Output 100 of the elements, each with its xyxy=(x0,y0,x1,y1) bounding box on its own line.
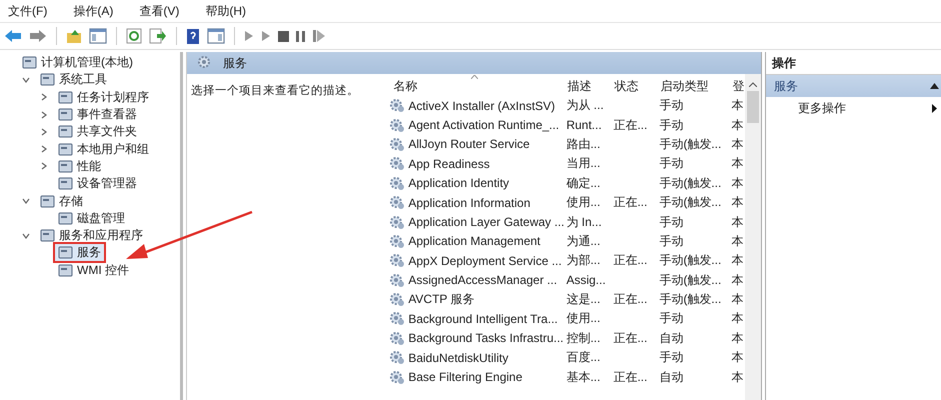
chevron-right-icon[interactable] xyxy=(40,162,48,170)
chevron-right-icon[interactable] xyxy=(40,110,48,119)
table-cell: 本 xyxy=(731,116,744,134)
table-cell-text: 手动(触发... xyxy=(659,272,722,289)
node-icon xyxy=(58,124,73,140)
node-icon xyxy=(58,245,73,260)
table-cell: 本 xyxy=(731,136,744,153)
export-icon[interactable] xyxy=(149,28,167,44)
scroll-thumb[interactable] xyxy=(747,91,760,123)
table-cell-text: 控制... xyxy=(566,330,602,347)
table-cell-text: 为通... xyxy=(566,232,602,250)
gear-icon xyxy=(389,214,406,230)
table-cell: 本 xyxy=(731,349,744,366)
scroll-up-icon[interactable] xyxy=(749,82,758,87)
table-cell-text: 正在... xyxy=(613,368,648,386)
table-cell-text: 手动 xyxy=(659,214,684,231)
folder-up-icon[interactable] xyxy=(66,28,82,44)
table-cell-text: 手动(触发... xyxy=(659,136,722,153)
stop-icon[interactable] xyxy=(278,30,289,42)
chevron-right-icon[interactable] xyxy=(40,93,48,102)
action-item[interactable]: 更多操作 xyxy=(798,100,846,116)
chevron-right-icon[interactable] xyxy=(40,145,48,154)
help-icon[interactable] xyxy=(186,28,200,44)
table-cell-text: 手动(触发... xyxy=(659,291,722,308)
forward-icon[interactable] xyxy=(29,29,47,43)
chevron-down-icon[interactable] xyxy=(22,76,30,84)
table-cell: 本 xyxy=(731,252,744,270)
table-cell-text: Agent Activation Runtime_... xyxy=(408,118,560,132)
table-cell: 本 xyxy=(731,291,744,308)
table-cell-text: 手动 xyxy=(659,310,684,328)
submenu-arrow-icon xyxy=(932,104,937,112)
table-cell-text: App Readiness xyxy=(408,156,491,171)
gear-icon xyxy=(389,195,406,210)
description-text: 选择一个项目来查看它的描述。 xyxy=(191,85,359,97)
table-cell-text: Application Information xyxy=(408,196,532,210)
table-cell: 本 xyxy=(731,232,744,250)
resume-icon[interactable] xyxy=(313,30,325,42)
node-icon xyxy=(40,228,55,244)
menu-item[interactable]: 文件(F) xyxy=(8,2,48,20)
table-cell-text: 自动 xyxy=(659,330,684,347)
console-tree-icon[interactable] xyxy=(89,28,107,44)
gear-icon xyxy=(389,350,406,366)
chevron-down-icon[interactable] xyxy=(22,197,30,206)
table-cell-text: 手动(触发... xyxy=(659,174,722,192)
gear-icon xyxy=(389,330,406,346)
gear-icon xyxy=(389,156,406,172)
node-icon xyxy=(58,90,73,105)
column-header[interactable]: 启动类型 xyxy=(660,78,732,94)
table-cell-text: 当用... xyxy=(566,155,602,172)
table-cell-text: Application Management xyxy=(408,234,542,248)
column-header[interactable]: 登 xyxy=(732,78,746,94)
play-icon[interactable] xyxy=(244,30,254,42)
column-header[interactable]: 名称 xyxy=(393,78,568,94)
collapse-icon xyxy=(930,83,939,89)
action-pane-icon[interactable] xyxy=(207,28,225,44)
table-cell-text: 手动 xyxy=(659,349,684,366)
table-cell-text: 正在... xyxy=(613,194,648,212)
refresh-icon[interactable] xyxy=(126,28,142,44)
gear-icon xyxy=(389,234,406,249)
table-cell-text: 手动(触发... xyxy=(659,194,722,212)
table-cell-text: 路由... xyxy=(566,136,602,153)
table-cell-text: 正在... xyxy=(613,291,648,308)
menu-item[interactable]: 操作(A) xyxy=(73,2,114,20)
table-cell: 本 xyxy=(731,272,744,289)
menu-item[interactable]: 查看(V) xyxy=(139,2,180,20)
table-cell-text: ActiveX Installer (AxInstSV) xyxy=(408,98,556,113)
table-cell: 本 xyxy=(731,214,744,231)
table-cell-text: Application Layer Gateway ... xyxy=(408,215,566,230)
gear-icon xyxy=(389,311,406,326)
play-icon[interactable] xyxy=(261,30,271,42)
column-header[interactable]: 状态 xyxy=(614,78,660,94)
chevron-right-icon[interactable] xyxy=(40,128,48,136)
table-cell-text: Background Tasks Infrastru... xyxy=(408,331,564,346)
node-icon xyxy=(58,142,73,157)
menu-item[interactable]: 帮助(H) xyxy=(205,2,246,20)
back-icon[interactable] xyxy=(4,29,22,43)
table-cell-text: 手动 xyxy=(659,155,684,172)
table-cell-text: 自动 xyxy=(659,368,684,386)
table-cell: 本 xyxy=(731,368,744,386)
tree-item[interactable]: 服务 xyxy=(53,242,106,264)
pause-icon[interactable] xyxy=(296,30,306,42)
gear-icon xyxy=(389,98,406,114)
table-cell-text: 这是... xyxy=(566,291,602,308)
pane-title: 操作 xyxy=(772,54,796,72)
table-cell: 本 xyxy=(731,194,744,212)
scrollbar[interactable] xyxy=(745,74,761,400)
action-section[interactable]: 服务 xyxy=(766,75,941,97)
table-cell-text: AVCTP 服务 xyxy=(408,291,476,308)
pane-title: 服务 xyxy=(223,54,247,72)
gear-icon xyxy=(389,136,406,152)
table-cell-text: AllJoyn Router Service xyxy=(408,137,531,152)
column-header[interactable]: 描述 xyxy=(567,78,614,94)
table-cell-text: Runt... xyxy=(566,118,603,132)
table-cell-text: Assig... xyxy=(566,273,607,288)
table-cell-text: 手动(触发... xyxy=(659,252,722,270)
table-cell-text: 正在... xyxy=(613,330,648,347)
node-icon xyxy=(58,210,73,226)
table-cell-text: 手动 xyxy=(659,116,684,134)
chevron-down-icon[interactable] xyxy=(22,232,30,240)
table-cell-text: Background Intelligent Tra... xyxy=(408,312,559,326)
